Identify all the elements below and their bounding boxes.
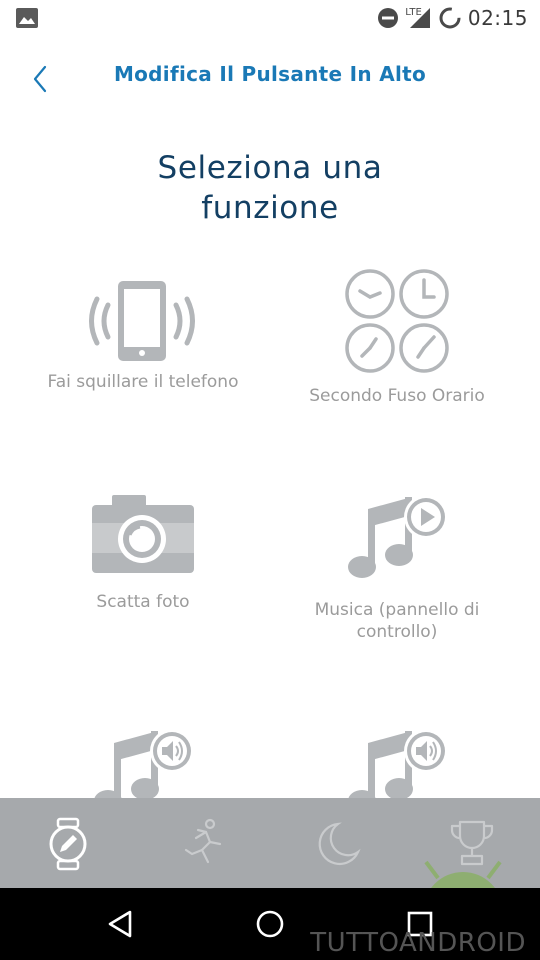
heading-line-2: funzione — [201, 190, 339, 226]
music-volume-icon — [94, 729, 194, 800]
second-timezone-icon — [345, 269, 449, 373]
function-label: Fai squillare il telefono — [47, 372, 239, 392]
moon-icon[interactable] — [308, 816, 364, 872]
watch-edit-icon[interactable] — [40, 816, 96, 872]
camera-icon — [92, 495, 194, 573]
heading-line-1: Seleziona una — [157, 150, 383, 186]
music-volume-icon — [348, 729, 448, 800]
function-second-timezone[interactable]: Secondo Fuso Orario — [262, 267, 532, 407]
app-bar: Modifica Il Pulsante In Alto — [0, 36, 540, 116]
status-bar: LTE 02:15 — [0, 0, 540, 36]
watermark-text: TUTTOANDROID — [310, 928, 526, 958]
status-time: 02:15 — [467, 6, 528, 30]
function-label: Musica (pannello di controllo) — [314, 600, 480, 642]
sync-icon — [439, 7, 461, 29]
status-icons: LTE 02:15 — [377, 6, 528, 30]
photo-icon — [16, 8, 38, 28]
function-music-volume-2[interactable] — [262, 723, 532, 800]
function-camera[interactable]: Scatta foto — [8, 493, 278, 613]
function-grid: Fai squillare il telefono Secondo Fuso O… — [0, 255, 540, 800]
function-music-control[interactable]: Musica (pannello di controllo) — [262, 489, 532, 643]
runner-icon[interactable] — [176, 816, 232, 872]
page-title: Modifica Il Pulsante In Alto — [113, 62, 427, 86]
music-control-icon — [348, 495, 448, 578]
function-label: Scatta foto — [96, 592, 190, 612]
function-music-volume-1[interactable] — [8, 723, 278, 800]
signal-icon — [409, 8, 430, 28]
dnd-icon — [378, 8, 399, 28]
section-heading: Seleziona una funzione — [0, 148, 540, 228]
home-circle-icon[interactable] — [254, 908, 286, 940]
function-ring-phone[interactable]: Fai squillare il telefono — [8, 277, 278, 393]
back-triangle-icon[interactable] — [104, 908, 136, 940]
ring-phone-icon — [89, 281, 195, 361]
function-label: Secondo Fuso Orario — [309, 386, 485, 406]
